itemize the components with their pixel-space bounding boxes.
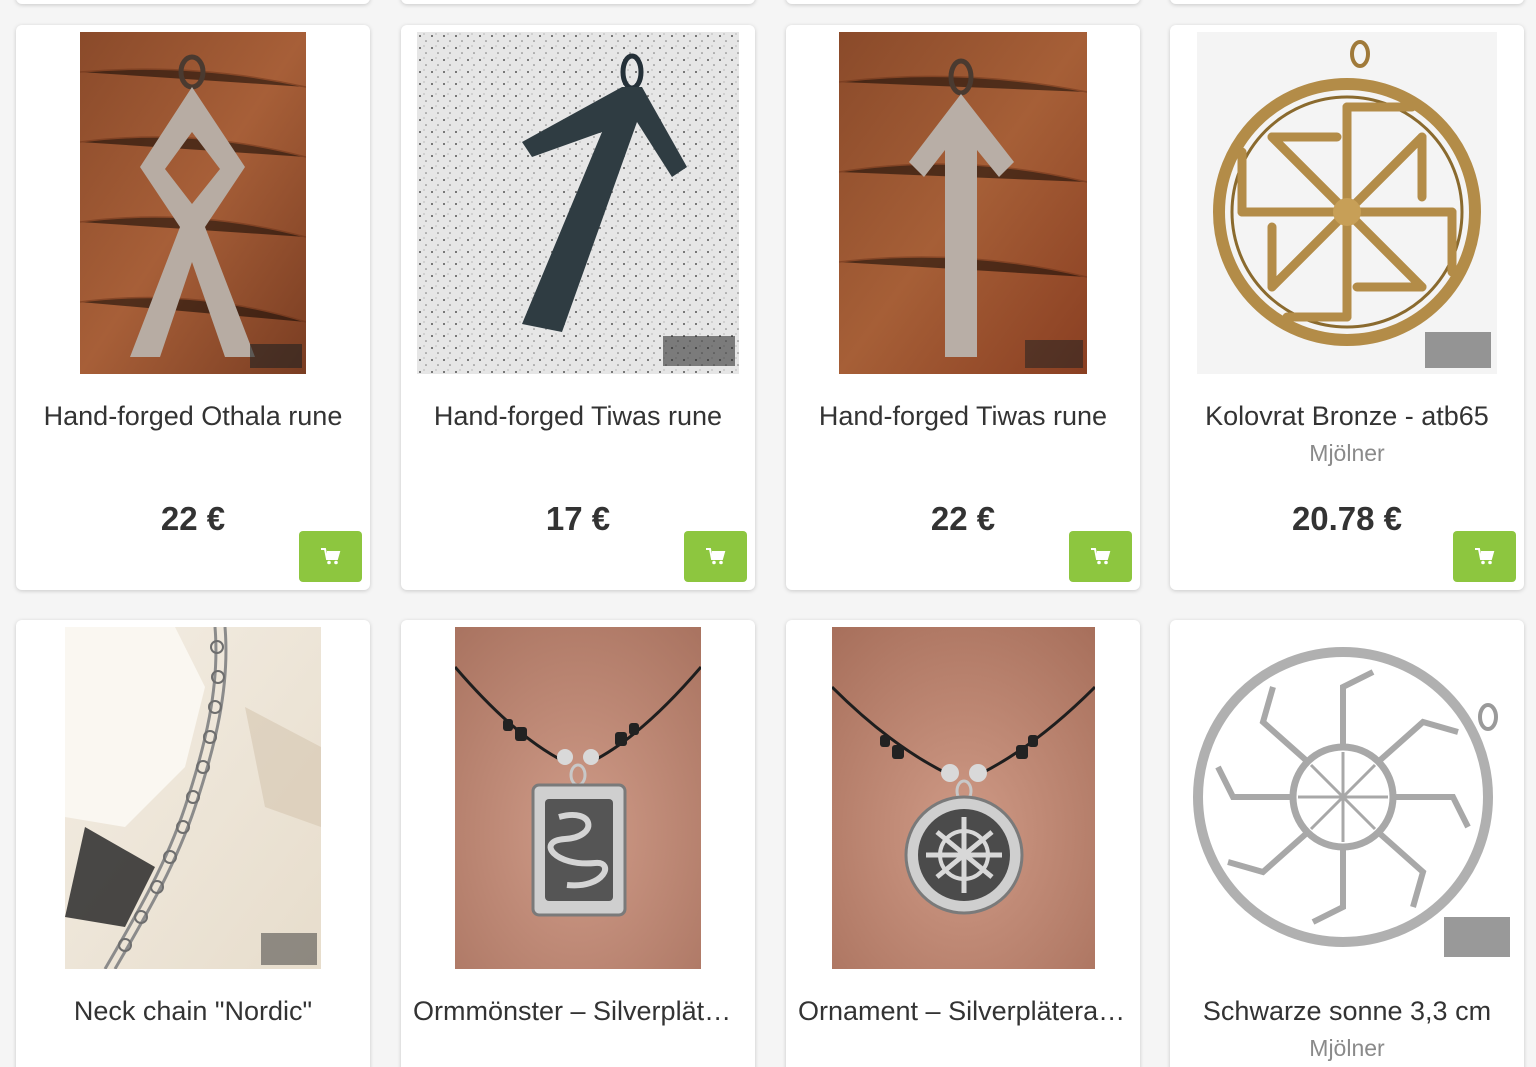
product-title[interactable]: Ornament – Silverpläterat hänge — [798, 994, 1128, 1028]
cart-icon — [1474, 548, 1494, 565]
othala-rune-image — [80, 32, 306, 374]
kolovrat-bronze-image — [1197, 32, 1497, 374]
previous-row-card-edge — [16, 0, 370, 4]
product-card[interactable]: Ormmönster – Silverpläterat hänge — [401, 620, 755, 1067]
product-image[interactable] — [401, 32, 755, 374]
previous-row-card-edge — [401, 0, 755, 4]
product-card[interactable]: Ornament – Silverpläterat hänge — [786, 620, 1140, 1067]
product-image[interactable] — [786, 32, 1140, 374]
previous-row-card-edge — [786, 0, 1140, 4]
product-card[interactable]: Hand-forged Othala rune 22 € — [16, 25, 370, 590]
black-sun-image — [1178, 627, 1516, 969]
product-card[interactable]: Neck chain "Nordic" — [16, 620, 370, 1067]
tiwas-rune-steel-image — [839, 32, 1087, 374]
product-card[interactable]: Kolovrat Bronze - atb65 Mjölner 20.78 € — [1170, 25, 1524, 590]
neck-chain-image — [65, 627, 321, 969]
tiwas-rune-dark-image — [417, 32, 739, 374]
product-title[interactable]: Schwarze sonne 3,3 cm — [1182, 994, 1512, 1028]
product-image[interactable] — [16, 627, 370, 969]
product-image[interactable] — [1170, 32, 1524, 374]
product-title[interactable]: Neck chain "Nordic" — [28, 994, 358, 1028]
cart-icon — [705, 548, 725, 565]
product-title[interactable]: Hand-forged Othala rune — [28, 399, 358, 433]
product-card[interactable]: Schwarze sonne 3,3 cm Mjölner — [1170, 620, 1524, 1067]
serpent-pendant-image — [455, 627, 701, 969]
add-to-cart-button[interactable] — [1453, 531, 1516, 582]
product-title[interactable]: Hand-forged Tiwas rune — [798, 399, 1128, 433]
add-to-cart-button[interactable] — [1069, 531, 1132, 582]
product-image[interactable] — [786, 627, 1140, 969]
product-grid: Hand-forged Othala rune 22 € Hand-forged… — [0, 0, 1536, 1067]
product-image[interactable] — [401, 627, 755, 969]
product-card[interactable]: Hand-forged Tiwas rune 22 € — [786, 25, 1140, 590]
product-image[interactable] — [16, 32, 370, 374]
product-title[interactable]: Hand-forged Tiwas rune — [413, 399, 743, 433]
add-to-cart-button[interactable] — [299, 531, 362, 582]
product-title[interactable]: Kolovrat Bronze - atb65 — [1182, 399, 1512, 433]
product-vendor: Mjölner — [1309, 1035, 1385, 1061]
product-image[interactable] — [1170, 627, 1524, 969]
add-to-cart-button[interactable] — [684, 531, 747, 582]
product-card[interactable]: Hand-forged Tiwas rune 17 € — [401, 25, 755, 590]
cart-icon — [320, 548, 340, 565]
cart-icon — [1090, 548, 1110, 565]
knot-ornament-image — [831, 627, 1095, 969]
product-vendor: Mjölner — [1309, 440, 1385, 466]
product-title[interactable]: Ormmönster – Silverpläterat hänge — [413, 994, 743, 1028]
previous-row-card-edge — [1170, 0, 1524, 4]
